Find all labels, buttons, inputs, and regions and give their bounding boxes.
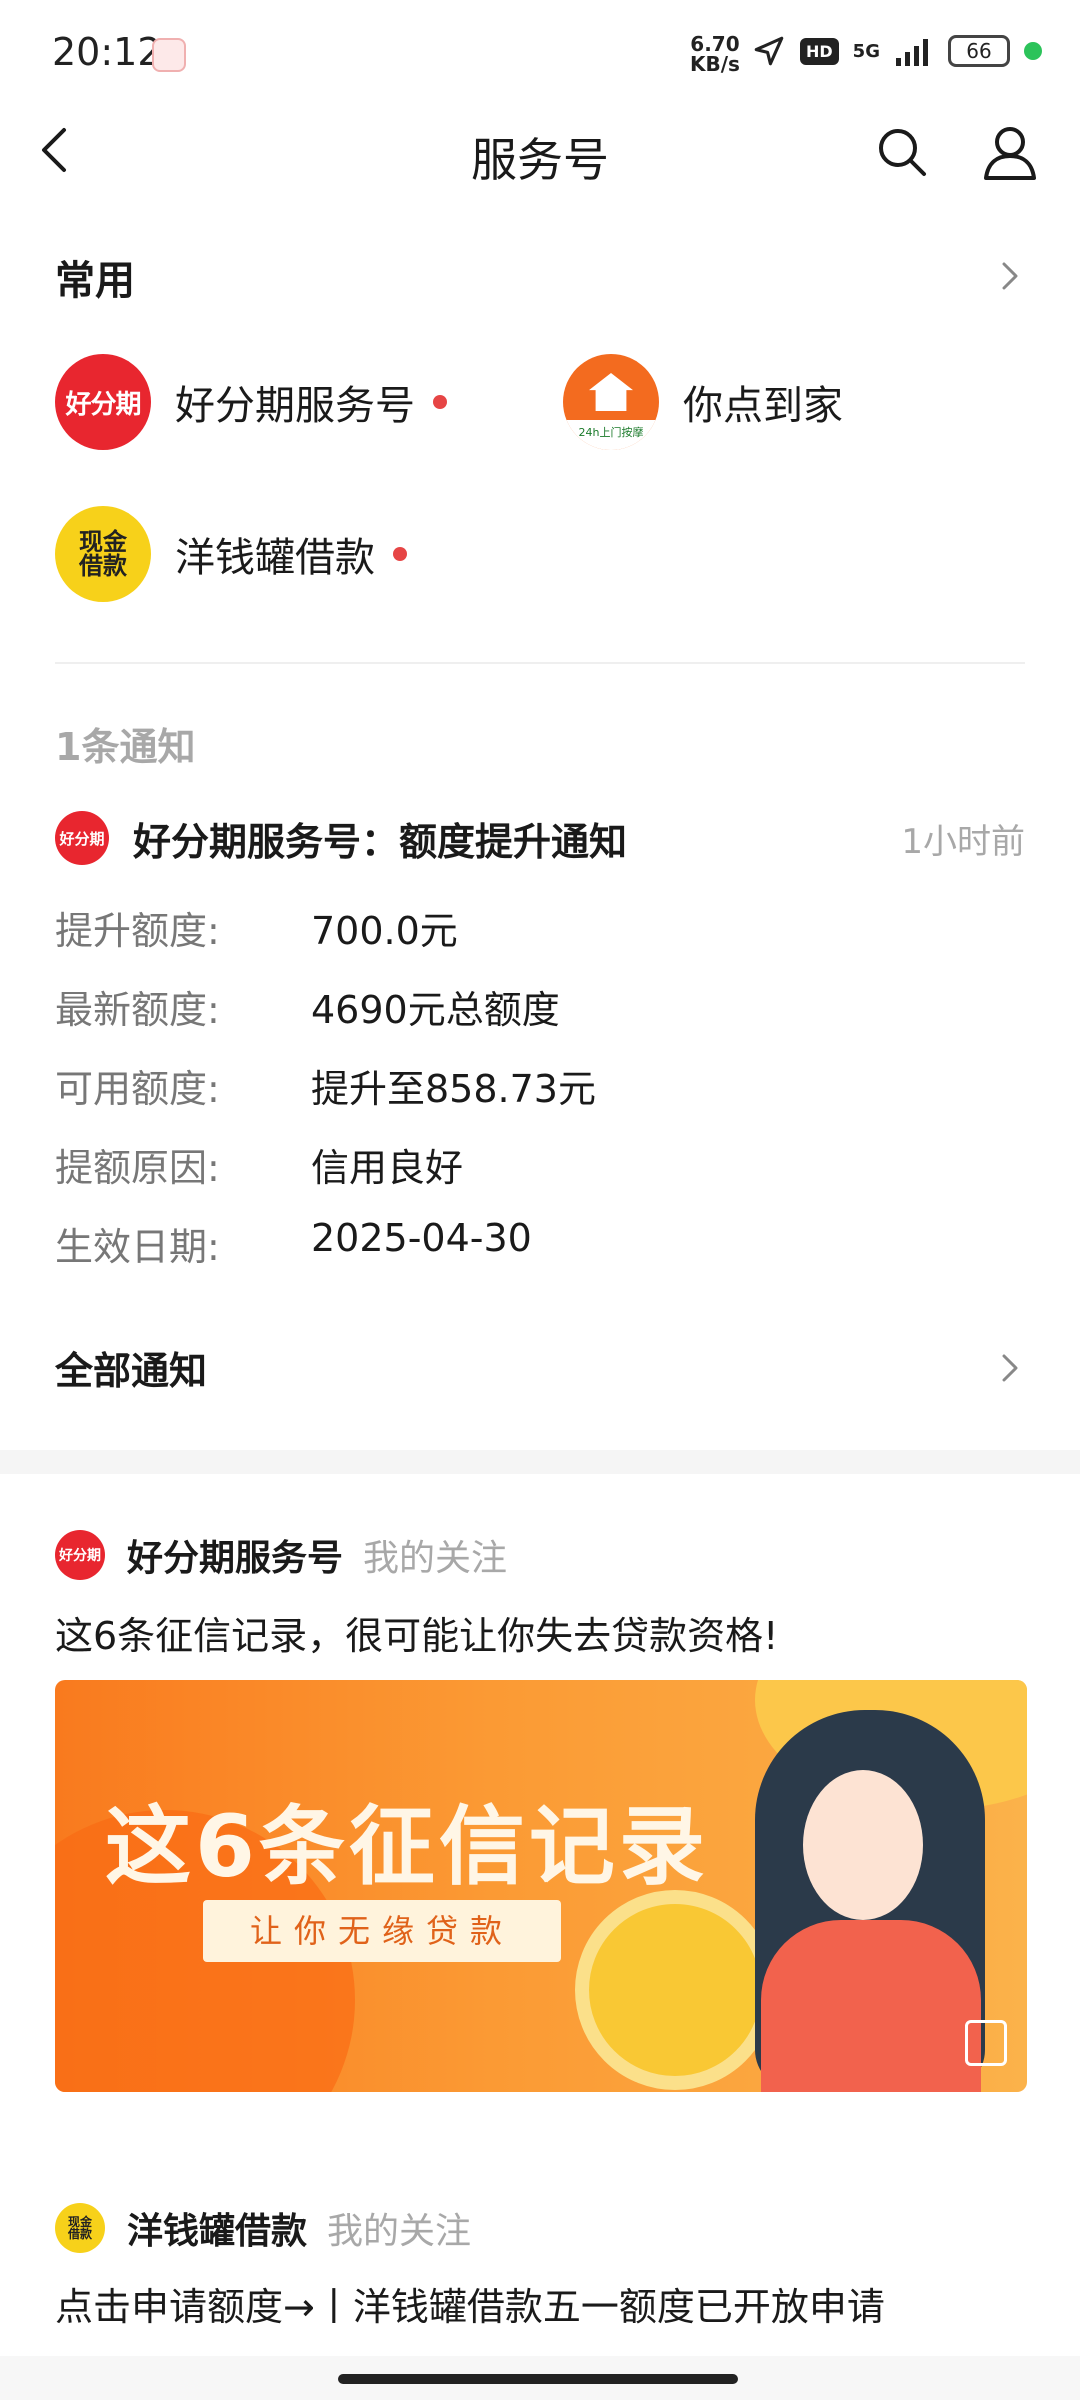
feed-article-title[interactable]: 这6条征信记录，很可能让你失去贷款资格! [55,1605,778,1660]
signal-icon [895,39,928,66]
back-button[interactable] [30,122,86,178]
field-value: 2025-04-30 [311,1216,532,1260]
field-key: 可用额度: [55,1067,220,1111]
feed-article-banner[interactable]: 这6条征信记录 让你无缘贷款 [55,1680,1027,2092]
woman-face-illustration [803,1770,923,1920]
network-type-label: 5G [852,40,880,62]
haofenqi-logo-icon: 好分期 [55,1530,105,1580]
haofenqi-logo-icon: 好分期 [55,811,109,865]
yangqianguan-logo-icon: 现金借款 [55,506,151,602]
document-icon[interactable] [965,2020,1007,2066]
woman-body-illustration [761,1920,981,2092]
banner-headline: 这6条征信记录 [105,1797,709,1897]
account-name: 你点到家 [683,383,843,429]
title-bar: 服务号 [0,100,1080,200]
common-account-haofenqi[interactable]: 好分期 好分期服务号 [55,354,447,450]
feed-article-title[interactable]: 点击申请额度→丨洋钱罐借款五一额度已开放申请 [55,2276,885,2331]
field-key: 最新额度: [55,988,220,1032]
notice-count: 1条通知 [55,725,196,769]
notice-header[interactable]: 好分期 好分期服务号：额度提升通知 1小时前 [55,808,1025,868]
search-icon [879,129,926,176]
common-section-header[interactable]: 常用 [55,248,1025,304]
profile-button[interactable] [978,120,1042,184]
account-name: 洋钱罐借款 [175,535,375,581]
back-arrow-icon [42,128,66,172]
field-value: 700.0元 [311,909,458,953]
notice-field: 提额原因: 信用良好 [55,1137,1025,1197]
unread-dot [433,395,447,409]
field-key: 提额原因: [55,1146,220,1190]
unread-dot [393,547,407,561]
field-key: 生效日期: [55,1225,220,1269]
field-key: 提升额度: [55,909,220,953]
notice-field: 生效日期: 2025-04-30 [55,1216,1025,1276]
house-icon [589,373,633,411]
app-notification-icon [152,38,186,72]
feed-card-header[interactable]: 现金借款 洋钱罐借款 我的关注 [55,2198,1025,2258]
notice-time: 1小时前 [901,822,1025,862]
field-value: 信用良好 [311,1146,464,1190]
network-speed-unit: KB/s [690,52,740,76]
nidiandaojia-logo-text: 24h上门按摩 [563,420,659,450]
privacy-indicator-dot [1023,42,1042,60]
yangqianguan-logo-text: 现金借款 [79,528,127,580]
user-icon [984,127,1036,180]
notice-title: 好分期服务号：额度提升通知 [133,819,628,864]
common-account-yangqianguan[interactable]: 现金借款 洋钱罐借款 [55,506,407,602]
section-gap [0,1450,1080,1474]
yangqianguan-logo-icon: 现金借款 [55,2203,105,2253]
status-icons: HD 5G 66 [752,34,1042,68]
haofenqi-logo-text: 好分期 [59,1548,101,1564]
all-notices-label: 全部通知 [55,1349,208,1393]
section-divider [55,662,1025,664]
chevron-right-icon [1002,262,1018,290]
network-speed-value: 6.70 [690,32,740,56]
chevron-right-icon [1002,1354,1018,1382]
banner-subtitle: 让你无缘贷款 [203,1900,561,1962]
haofenqi-logo-text: 好分期 [65,389,141,420]
account-name: 好分期服务号 [175,383,415,429]
feed-card-header[interactable]: 好分期 好分期服务号 我的关注 [55,1525,1025,1585]
field-value: 提升至858.73元 [311,1067,596,1111]
status-bar: 20:12 6.70 KB/s HD 5G 66 [0,0,1080,100]
follow-label: 我的关注 [363,1538,508,1579]
common-section-label: 常用 [55,258,135,304]
notice-field: 提升额度: 700.0元 [55,900,1025,960]
location-arrow-icon [754,36,784,66]
notice-field: 可用额度: 提升至858.73元 [55,1058,1025,1118]
yangqianguan-logo-text: 现金借款 [67,2215,92,2241]
status-time: 20:12 [52,30,162,74]
coin-illustration [575,1890,775,2090]
search-button[interactable] [872,122,932,182]
feed-account-name: 好分期服务号 [127,1538,344,1579]
follow-label: 我的关注 [327,2211,472,2252]
hd-voice-icon: HD [800,37,839,65]
notice-field: 最新额度: 4690元总额度 [55,979,1025,1039]
battery-icon: 66 [947,35,1010,67]
haofenqi-logo-text: 好分期 [59,829,105,848]
field-value: 4690元总额度 [311,988,560,1032]
nidiandaojia-logo-icon: 24h上门按摩 [563,354,659,450]
haofenqi-logo-icon: 好分期 [55,354,151,450]
home-indicator[interactable] [338,2374,738,2384]
all-notices-row[interactable]: 全部通知 [55,1340,1025,1400]
network-speed: 6.70 KB/s [690,34,740,74]
common-account-nidiandaojia[interactable]: 24h上门按摩 你点到家 [563,354,843,450]
feed-account-name: 洋钱罐借款 [127,2211,308,2252]
